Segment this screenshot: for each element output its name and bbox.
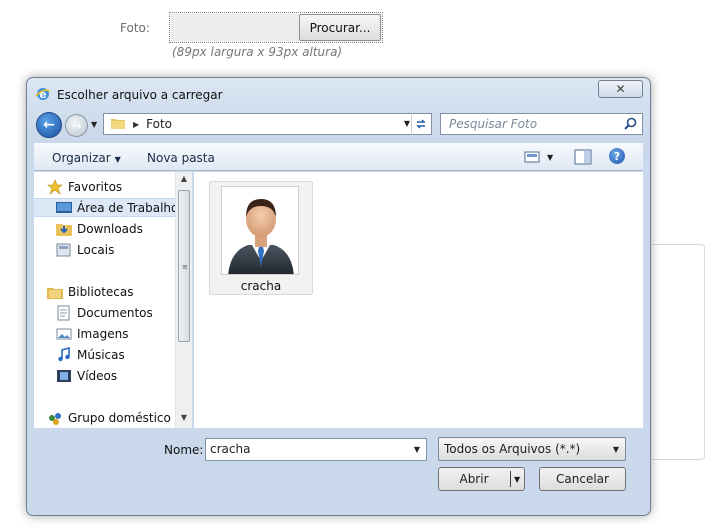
background-panel [652, 244, 705, 460]
nav-homegroup[interactable]: Grupo doméstico [47, 408, 171, 427]
forward-button[interactable]: → [65, 114, 88, 137]
address-dropdown-icon[interactable]: ▼ [404, 119, 410, 128]
homegroup-icon [49, 412, 61, 425]
open-dropdown-icon[interactable]: ▼ [514, 475, 520, 484]
videos-icon [57, 369, 71, 382]
nav-images-label: Imagens [77, 326, 129, 341]
filename-label: Nome: [164, 443, 204, 457]
chevron-down-icon: ▼ [114, 155, 121, 164]
close-icon: ✕ [615, 82, 626, 96]
person-avatar-icon [221, 186, 299, 275]
scroll-down-icon[interactable]: ▼ [176, 413, 192, 422]
view-options-button[interactable] [524, 150, 540, 167]
help-icon: ? [613, 149, 621, 163]
nav-favorites[interactable]: Favoritos [47, 177, 122, 196]
open-button[interactable]: Abrir ▼ [438, 467, 525, 491]
file-list: cracha [194, 172, 643, 428]
nav-videos[interactable]: Vídeos [56, 366, 117, 385]
nav-documents-label: Documentos [77, 305, 153, 320]
browse-button[interactable]: Procurar... [299, 14, 381, 41]
open-button-label: Abrir [459, 472, 489, 486]
arrow-right-icon: → [71, 118, 82, 133]
nav-libraries[interactable]: Bibliotecas [47, 282, 133, 301]
nav-homegroup-label: Grupo doméstico [68, 410, 171, 425]
nav-downloads-label: Downloads [77, 221, 143, 236]
filename-value: cracha [210, 442, 251, 456]
command-toolbar: Organizar ▼ Nova pasta ▼ ? [34, 143, 643, 171]
cancel-button[interactable]: Cancelar [539, 467, 626, 491]
split-divider [510, 471, 511, 487]
refresh-icon [416, 119, 426, 129]
breadcrumb-foto[interactable]: Foto [146, 117, 172, 131]
folder-icon [111, 117, 125, 132]
view-icon [524, 151, 540, 163]
downloads-icon [56, 223, 72, 236]
nav-places-label: Locais [77, 242, 115, 257]
grip-icon: ≡ [182, 263, 188, 271]
search-icon[interactable] [624, 117, 637, 133]
browser-icon: e [35, 86, 51, 105]
nav-scrollbar[interactable]: ▲ ≡ ▼ [175, 172, 192, 428]
arrow-left-icon: ← [43, 117, 55, 133]
scroll-up-icon[interactable]: ▲ [176, 174, 192, 183]
recent-locations-dropdown[interactable]: ▼ [91, 120, 97, 129]
search-placeholder: Pesquisar Foto [449, 117, 538, 131]
refresh-button[interactable] [411, 115, 430, 133]
dialog-titlebar: e Escolher arquivo a carregar [35, 86, 223, 104]
documents-icon [57, 305, 70, 320]
nav-libraries-label: Bibliotecas [68, 284, 134, 299]
nav-music-label: Músicas [77, 347, 125, 362]
star-icon [47, 178, 63, 195]
nav-downloads[interactable]: Downloads [56, 219, 143, 238]
organize-menu[interactable]: Organizar ▼ [52, 151, 121, 165]
file-item[interactable]: cracha [209, 181, 313, 295]
nav-desktop[interactable]: Área de Trabalho [34, 198, 190, 217]
filename-input[interactable]: cracha ▼ [205, 438, 427, 461]
photo-label: Foto: [120, 21, 150, 35]
preview-pane-button[interactable] [574, 149, 592, 168]
music-icon [58, 346, 70, 361]
scroll-thumb[interactable]: ≡ [178, 190, 190, 342]
chevron-down-icon: ▼ [612, 445, 619, 454]
nav-desktop-label: Área de Trabalho [77, 200, 179, 215]
file-path-display[interactable] [171, 14, 299, 41]
breadcrumb-arrow-icon[interactable]: ▶ [133, 120, 139, 129]
dialog-title: Escolher arquivo a carregar [57, 88, 223, 102]
nav-places[interactable]: Locais [56, 240, 114, 259]
file-name-label: cracha [240, 279, 282, 293]
new-folder-button[interactable]: Nova pasta [147, 151, 215, 165]
nav-music[interactable]: Músicas [56, 345, 125, 364]
filetype-value: Todos os Arquivos (*.*) [444, 442, 581, 456]
navigation-pane: Favoritos Área de Trabalho Downloads Loc… [34, 172, 190, 428]
nav-images[interactable]: Imagens [56, 324, 128, 343]
search-input[interactable]: Pesquisar Foto [440, 113, 643, 135]
desktop-icon [56, 201, 72, 213]
close-button[interactable]: ✕ [598, 80, 643, 98]
view-dropdown-icon[interactable]: ▼ [547, 153, 553, 162]
recent-places-icon [56, 243, 71, 256]
file-upload-field[interactable]: Procurar... [169, 12, 383, 43]
filename-dropdown-icon[interactable]: ▼ [414, 445, 420, 454]
preview-pane-icon [574, 149, 592, 165]
nav-videos-label: Vídeos [77, 368, 118, 383]
nav-favorites-label: Favoritos [68, 179, 123, 194]
back-button[interactable]: ← [36, 112, 62, 138]
nav-documents[interactable]: Documentos [56, 303, 153, 322]
images-icon [56, 328, 72, 339]
libraries-icon [47, 287, 63, 299]
file-open-dialog: e Escolher arquivo a carregar ✕ ← → ▼ ▶ … [26, 77, 651, 516]
photo-size-hint: (89px largura x 93px altura) [172, 45, 343, 59]
organize-label: Organizar [52, 151, 111, 165]
help-button[interactable]: ? [609, 148, 625, 164]
filetype-select[interactable]: Todos os Arquivos (*.*) ▼ [438, 437, 626, 461]
address-bar[interactable]: ▶ Foto ▼ [103, 113, 432, 135]
